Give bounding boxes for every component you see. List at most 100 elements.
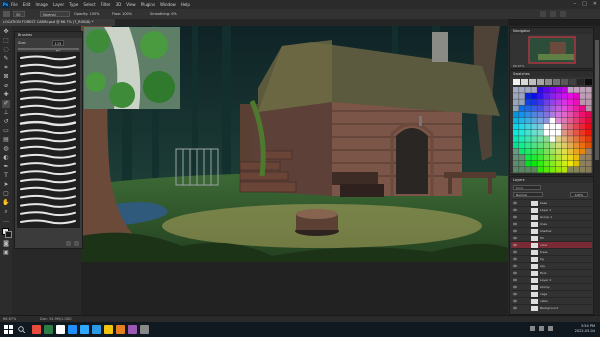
zoom-tool-icon[interactable]: ⌕	[2, 208, 10, 216]
taskbar-app-icon[interactable]	[116, 325, 125, 334]
swatches-header[interactable]: Swatches	[510, 71, 593, 77]
eye-icon[interactable]	[512, 215, 518, 219]
brushes-panel-header[interactable]: Brushes	[15, 32, 82, 38]
eye-icon[interactable]	[512, 208, 518, 212]
more-tools-icon[interactable]: …	[2, 217, 10, 225]
shape-tool-icon[interactable]: ▢	[2, 190, 10, 198]
layers-header[interactable]: Layers	[510, 177, 593, 183]
menu-help[interactable]: Help	[181, 2, 190, 7]
eye-icon[interactable]	[512, 292, 518, 296]
minimize-button[interactable]: –	[574, 1, 577, 7]
menu-plugins[interactable]: Plugins	[141, 2, 155, 7]
search-icon[interactable]	[540, 11, 546, 17]
layer-row[interactable]: lines	[511, 220, 592, 227]
stamp-tool-icon[interactable]: ⊥	[2, 109, 10, 117]
volume-icon[interactable]	[539, 326, 544, 331]
navigator-preview[interactable]	[528, 36, 576, 64]
menu-select[interactable]: Select	[83, 2, 95, 7]
layer-row[interactable]: stump	[511, 283, 592, 290]
layer-row[interactable]: Background	[511, 304, 592, 311]
brush-preset-list[interactable]	[17, 52, 80, 228]
blend-mode-select[interactable]: Normal	[40, 11, 70, 17]
layer-row[interactable]: cage	[511, 290, 592, 297]
menu-type[interactable]: Type	[69, 2, 78, 7]
background-color-swatch[interactable]	[5, 231, 12, 238]
layer-row[interactable]: cabin	[511, 297, 592, 304]
pen-tool-icon[interactable]: ✒	[2, 163, 10, 171]
taskbar-app-icon[interactable]	[32, 325, 41, 334]
swatch[interactable]	[561, 79, 568, 85]
eye-icon[interactable]	[512, 229, 518, 233]
swatch[interactable]	[553, 79, 560, 85]
eye-icon[interactable]	[512, 285, 518, 289]
navigator-header[interactable]: Navigator	[510, 28, 593, 34]
color-wheel-grid[interactable]	[513, 87, 592, 173]
taskbar-app-icon[interactable]	[44, 325, 53, 334]
swatch[interactable]	[521, 79, 528, 85]
menu-view[interactable]: View	[126, 2, 136, 7]
eye-icon[interactable]	[512, 243, 518, 247]
battery-icon[interactable]	[548, 326, 553, 331]
taskbar-app-icon[interactable]	[92, 325, 101, 334]
gradient-tool-icon[interactable]: ▤	[2, 136, 10, 144]
eye-icon[interactable]	[512, 264, 518, 268]
opacity-control[interactable]: Opacity: 100%	[74, 11, 100, 17]
swatch[interactable]	[569, 79, 576, 85]
layer-row[interactable]: base	[511, 199, 592, 206]
eye-icon[interactable]	[512, 271, 518, 275]
taskbar-app-icon[interactable]	[140, 325, 149, 334]
brush-size-slider[interactable]	[18, 48, 79, 50]
dodge-tool-icon[interactable]: ◐	[2, 154, 10, 162]
type-tool-icon[interactable]: T	[2, 172, 10, 180]
eye-icon[interactable]	[512, 306, 518, 310]
eye-icon[interactable]	[512, 278, 518, 282]
windows-start-icon[interactable]	[4, 325, 13, 334]
layer-row[interactable]: shadow	[511, 227, 592, 234]
brush-size-picker[interactable]: 50	[13, 11, 25, 17]
menu-file[interactable]: File	[11, 2, 18, 7]
lasso-tool-icon[interactable]: ◌	[2, 46, 10, 54]
brush-size-value[interactable]: 115 px	[52, 40, 64, 52]
workspace-icon[interactable]	[550, 11, 556, 17]
taskbar-app-icon[interactable]	[80, 325, 89, 334]
layer-row[interactable]: floor	[511, 269, 592, 276]
quick-select-tool-icon[interactable]: ✎	[2, 55, 10, 63]
close-button[interactable]: ✕	[593, 1, 597, 7]
system-clock[interactable]: 3:54 PM 2022-03-04	[575, 324, 595, 334]
layers-filter-select[interactable]: Kind	[513, 185, 541, 190]
swatch[interactable]	[529, 79, 536, 85]
grayscale-swatch-row[interactable]	[513, 79, 592, 85]
share-icon[interactable]	[560, 11, 566, 17]
reference-thumbnail[interactable]	[84, 27, 180, 109]
blur-tool-icon[interactable]: ◍	[2, 145, 10, 153]
document-tab[interactable]: LOCATION FOREST CABIN.psd @ 66.7% (T_RGB…	[0, 19, 115, 26]
menu-edit[interactable]: Edit	[23, 2, 31, 7]
swatch[interactable]	[585, 79, 592, 85]
taskbar-app-icon[interactable]	[68, 325, 77, 334]
menu-window[interactable]: Window	[160, 2, 176, 7]
search-icon[interactable]	[18, 326, 26, 334]
eraser-tool-icon[interactable]: ▭	[2, 127, 10, 135]
swatch[interactable]	[537, 79, 544, 85]
frame-tool-icon[interactable]: ⊠	[2, 73, 10, 81]
taskbar-app-icon[interactable]	[56, 325, 65, 334]
eye-icon[interactable]	[512, 236, 518, 240]
photoshop-logo[interactable]: Ps	[2, 1, 9, 8]
layer-row[interactable]: fill	[511, 234, 592, 241]
navigator-zoom[interactable]: 66.67%	[513, 64, 524, 68]
path-select-tool-icon[interactable]: ➤	[2, 181, 10, 189]
layer-row[interactable]: trees	[511, 248, 592, 255]
menu-3d[interactable]: 3D	[116, 2, 122, 7]
eye-icon[interactable]	[512, 201, 518, 205]
move-tool-icon[interactable]: ✥	[2, 28, 10, 36]
right-dock-scroll-thumb[interactable]	[595, 40, 599, 160]
brush-tool-icon[interactable]	[3, 11, 10, 17]
history-brush-tool-icon[interactable]: ↺	[2, 118, 10, 126]
eyedropper-tool-icon[interactable]: ⌀	[2, 82, 10, 90]
smoothing-control[interactable]: Smoothing: 0%	[150, 11, 177, 17]
quick-mask-icon[interactable]: ◙	[2, 240, 10, 248]
layer-row[interactable]: Group 1	[511, 213, 592, 220]
layer-blend-mode[interactable]: Normal	[513, 192, 543, 197]
screen-mode-icon[interactable]: ▣	[2, 249, 10, 257]
hand-tool-icon[interactable]: ✋	[2, 199, 10, 207]
